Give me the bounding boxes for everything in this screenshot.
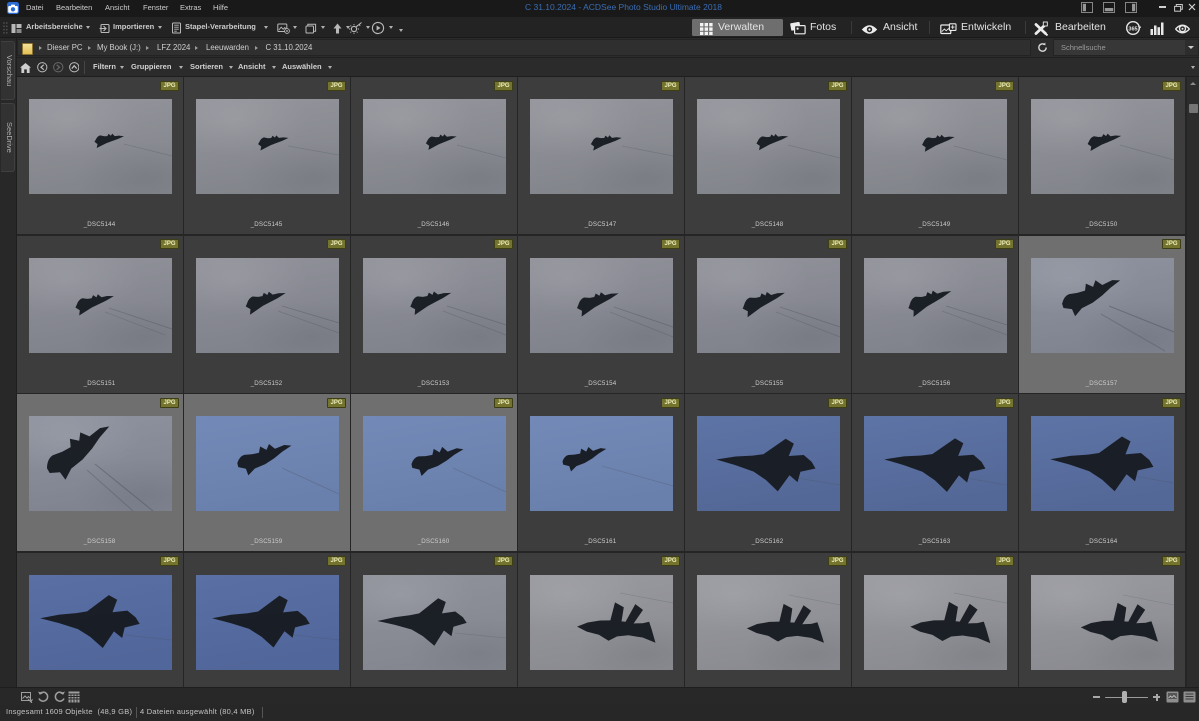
svg-text:365: 365 — [1128, 26, 1137, 32]
